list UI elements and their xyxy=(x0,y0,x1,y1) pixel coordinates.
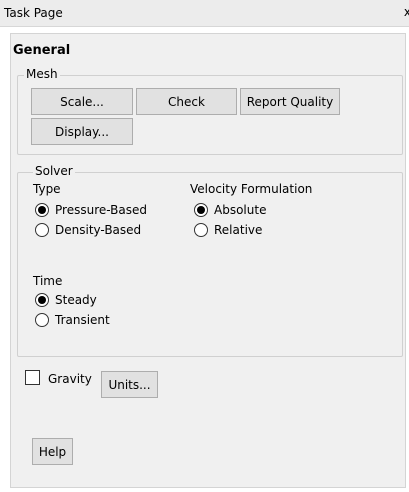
time-label: Time xyxy=(33,274,63,288)
radio-density-based[interactable]: Density-Based xyxy=(35,222,141,238)
radio-label: Relative xyxy=(214,223,263,237)
mesh-group-label: Mesh xyxy=(24,67,60,81)
page-title: General xyxy=(13,43,71,58)
help-button[interactable]: Help xyxy=(32,438,73,465)
display-button[interactable]: Display... xyxy=(31,118,133,145)
radio-transient[interactable]: Transient xyxy=(35,312,110,328)
window-title: Task Page xyxy=(4,6,63,20)
velocity-formulation-label: Velocity Formulation xyxy=(190,182,313,196)
radio-selected-icon xyxy=(35,293,49,307)
title-bar: Task Page x xyxy=(0,0,409,27)
solver-group xyxy=(17,172,403,357)
radio-label: Density-Based xyxy=(55,223,142,237)
radio-relative[interactable]: Relative xyxy=(194,222,262,238)
radio-label: Pressure-Based xyxy=(55,203,147,217)
check-button[interactable]: Check xyxy=(136,88,237,115)
type-label: Type xyxy=(33,182,61,196)
radio-unselected-icon xyxy=(35,223,49,237)
radio-pressure-based[interactable]: Pressure-Based xyxy=(35,202,147,218)
radio-selected-icon xyxy=(194,203,208,217)
radio-label: Steady xyxy=(55,293,97,307)
radio-unselected-icon xyxy=(35,313,49,327)
scale-button[interactable]: Scale... xyxy=(31,88,133,115)
solver-group-label: Solver xyxy=(33,164,75,178)
radio-unselected-icon xyxy=(194,223,208,237)
gravity-label: Gravity xyxy=(48,372,92,386)
close-icon[interactable]: x xyxy=(404,5,409,19)
radio-steady[interactable]: Steady xyxy=(35,292,97,308)
radio-label: Absolute xyxy=(214,203,267,217)
radio-absolute[interactable]: Absolute xyxy=(194,202,266,218)
radio-selected-icon xyxy=(35,203,49,217)
units-button[interactable]: Units... xyxy=(101,371,158,398)
radio-label: Transient xyxy=(55,313,110,327)
gravity-checkbox[interactable] xyxy=(25,370,40,385)
report-quality-button[interactable]: Report Quality xyxy=(240,88,340,115)
